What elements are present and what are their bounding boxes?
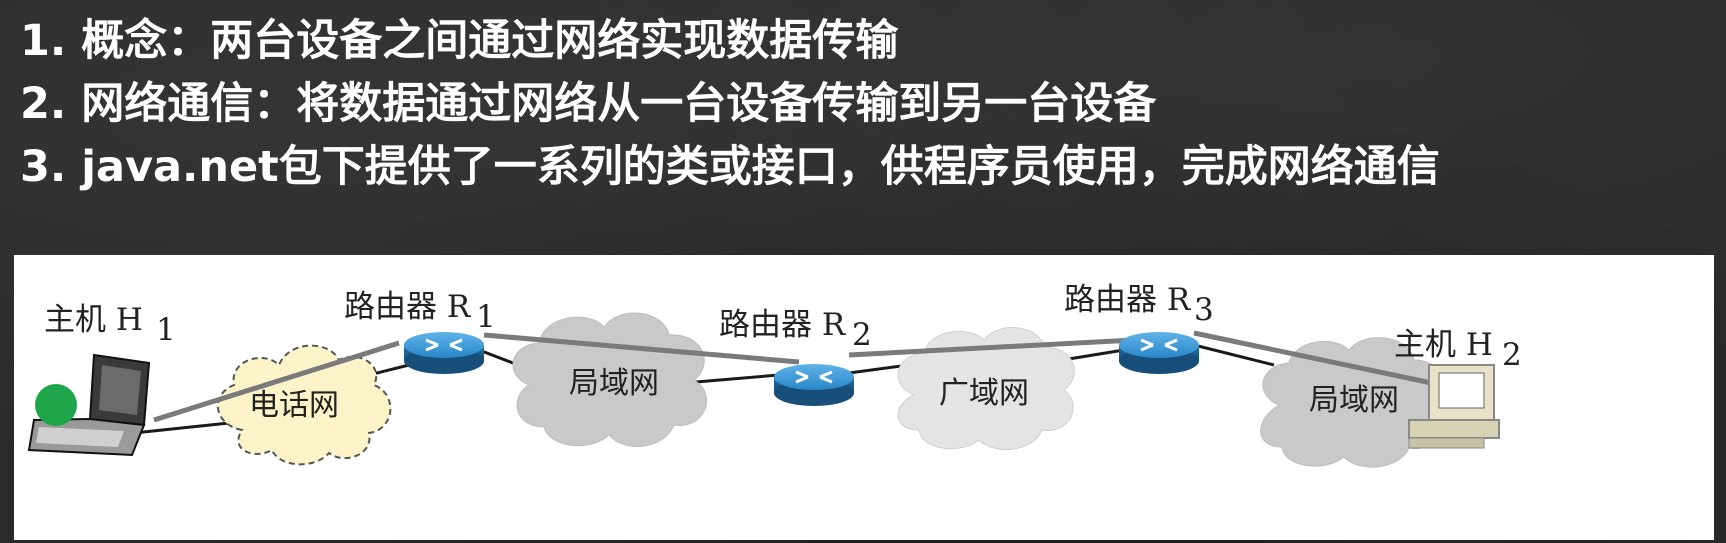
host2-sub: 2 — [1502, 337, 1522, 373]
host1-sub: 1 — [156, 312, 176, 348]
host1-label: 主机 H — [44, 302, 143, 338]
router-icon — [774, 364, 854, 406]
router1-sub: 1 — [476, 299, 496, 335]
cursor-indicator-icon — [35, 384, 77, 426]
bullet-java-net: 3. java.net包下提供了一系列的类或接口，供程序员使用，完成网络通信 — [20, 142, 1440, 192]
phone-network-label: 电话网 — [249, 388, 339, 423]
router2-sub: 2 — [852, 317, 872, 353]
lan-label-2: 局域网 — [1309, 383, 1399, 418]
host2-label: 主机 H — [1394, 327, 1493, 363]
router3-sub: 3 — [1194, 292, 1214, 328]
router-icon — [1119, 332, 1199, 374]
lan-cloud-1: 局域网 — [512, 312, 707, 447]
phone-network-cloud: 电话网 — [216, 344, 392, 466]
bullet-concept: 1. 概念：两台设备之间通过网络实现数据传输 — [20, 16, 899, 66]
router1-label: 路由器 R — [344, 289, 472, 325]
network-diagram: 电话网 局域网 广域网 局域网 路由器 R 1 路由器 R 2 路由器 R 3 … — [14, 255, 1714, 540]
router-icon — [404, 332, 484, 374]
router2-label: 路由器 R — [719, 307, 847, 343]
wan-label: 广域网 — [939, 376, 1029, 411]
lan-label-1: 局域网 — [569, 366, 659, 401]
bullet-network-communication: 2. 网络通信：将数据通过网络从一台设备传输到另一台设备 — [20, 79, 1157, 129]
concept-bullet-list: 1. 概念：两台设备之间通过网络实现数据传输 2. 网络通信：将数据通过网络从一… — [20, 10, 1710, 199]
router3-label: 路由器 R — [1064, 282, 1192, 318]
